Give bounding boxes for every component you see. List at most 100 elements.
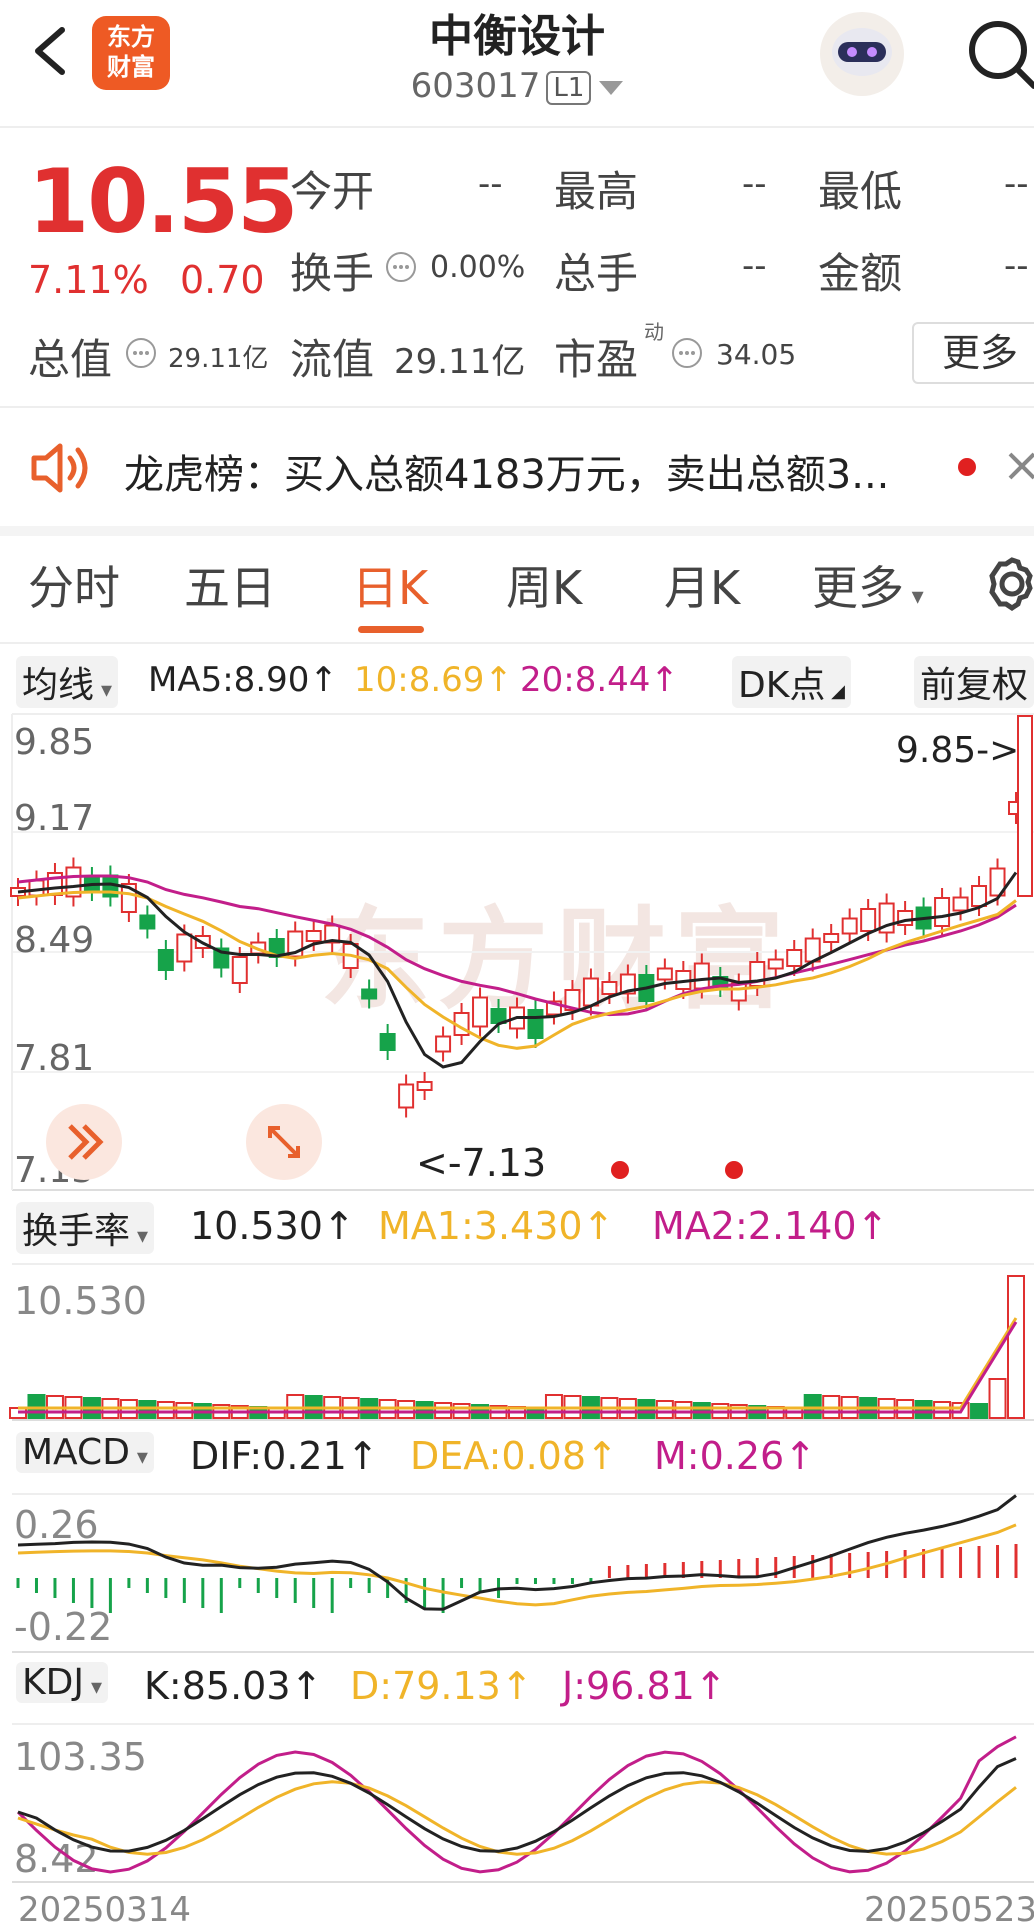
fullscreen-button[interactable] [246, 1104, 322, 1180]
more-button[interactable]: 更多 [912, 322, 1034, 384]
divider [0, 642, 1034, 644]
candle [767, 958, 784, 970]
double-chevron-icon [68, 1124, 104, 1160]
macd-select[interactable]: MACD ▾ [16, 1432, 154, 1473]
candle [601, 981, 618, 995]
macd-dif-line [17, 1494, 1017, 1611]
dropdown-icon [599, 80, 624, 95]
amount-value: -- [1004, 246, 1029, 286]
tab-more[interactable]: 更多 ▾ [812, 552, 924, 618]
candle [398, 1083, 415, 1109]
kdj-j: J:96.81↑ [562, 1664, 727, 1708]
active-tab-indicator [358, 626, 424, 633]
speaker-icon [31, 443, 88, 493]
turnover-chart[interactable]: 10.530 [0, 1262, 1034, 1422]
gear-icon[interactable] [978, 554, 1034, 614]
max-marker: 9.85-> [896, 730, 1019, 771]
resize-icon [268, 1126, 300, 1158]
candle [582, 977, 599, 1007]
dropdown-icon: ▾ [94, 678, 113, 703]
close-icon[interactable] [1006, 448, 1034, 484]
candle [416, 1081, 433, 1091]
high-label: 最高 [554, 167, 639, 216]
ma20-value: 20:8.44↑ [520, 660, 679, 700]
open-label: 今开 [290, 167, 375, 216]
turnover-bars [9, 1275, 1025, 1419]
candle [952, 896, 969, 912]
float-cap-value: 29.11亿 [394, 342, 526, 382]
date-start: 20250314 [18, 1890, 192, 1930]
change-amount: 0.70 [180, 258, 265, 302]
info-icon[interactable] [384, 250, 418, 288]
turnover-ma1-line [18, 1317, 1018, 1410]
candle [157, 949, 174, 971]
kline-chart[interactable]: 9.85 9.17 8.49 7.81 7.13 9.85-> <-7.13 [0, 712, 1034, 1194]
tab-intraday[interactable]: 分时 [28, 552, 120, 618]
change-percent: 7.11% [28, 258, 149, 302]
high-value: -- [742, 164, 767, 204]
macd-chart[interactable]: 0.26 -0.22 [0, 1492, 1034, 1654]
unread-dot [958, 458, 976, 476]
robot-avatar-icon[interactable] [816, 10, 908, 98]
ma-type-select[interactable]: 均线 ▾ [16, 656, 119, 708]
volume-label: 总手 [554, 249, 639, 298]
turnover-y-label: 10.530 [14, 1279, 147, 1323]
kdj-k: K:85.03↑ [144, 1664, 323, 1708]
dk-point-toggle[interactable]: DK点 ◢ [732, 656, 851, 708]
y-label-top: 9.85 [14, 722, 94, 763]
macd-dea-line [17, 1523, 1017, 1607]
period-tabs: 分时 五日 日K 周K 月K 更多 ▾ [0, 552, 1034, 638]
expand-button[interactable] [46, 1104, 122, 1180]
tab-five-day[interactable]: 五日 [184, 552, 276, 618]
turnover-indicator-row: 换手率 ▾ 10.530↑ MA1:3.430↑ MA2:2.140↑ [0, 1198, 1034, 1258]
kdj-d: D:79.13↑ [350, 1664, 533, 1708]
tab-monthly-k[interactable]: 月K [664, 552, 740, 618]
ma10-value: 10:8.69↑ [354, 660, 513, 700]
turnover-bar [970, 1403, 989, 1419]
y-label: 8.49 [14, 920, 94, 961]
kdj-d-line [17, 1780, 1017, 1856]
tab-daily-k[interactable]: 日K [352, 552, 428, 618]
info-icon[interactable] [124, 336, 158, 374]
macd-indicator-row: MACD ▾ DIF:0.21↑ DEA:0.08↑ M:0.26↑ [0, 1428, 1034, 1488]
turnover-bar [674, 1401, 693, 1419]
kdj-chart[interactable]: 103.35 8.42 [0, 1722, 1034, 1884]
header-divider [0, 126, 1034, 128]
ma20-line [17, 874, 1017, 1017]
search-button[interactable] [958, 12, 1034, 92]
pe-value: 34.05 [716, 338, 797, 371]
candle [841, 917, 858, 935]
open-value: -- [478, 164, 503, 204]
macd-dea: DEA:0.08↑ [410, 1434, 618, 1478]
candle [435, 1035, 452, 1053]
candle [527, 1009, 544, 1039]
candle [305, 930, 322, 942]
macd-dif: DIF:0.21↑ [190, 1434, 379, 1478]
turnover-bar [156, 1401, 175, 1419]
info-icon[interactable] [670, 336, 704, 374]
low-value: -- [1004, 164, 1029, 204]
turnover-bar [1007, 1275, 1025, 1419]
candle [472, 996, 489, 1028]
candle [361, 988, 378, 1000]
turnover-bar [415, 1401, 434, 1419]
dropdown-icon: ▾ [83, 1675, 102, 1700]
notice-bar[interactable]: 龙虎榜：买入总额4183万元，卖出总额3... [0, 414, 1034, 518]
turnover-select[interactable]: 换手率 ▾ [16, 1202, 155, 1254]
candle [823, 933, 840, 943]
candle [971, 885, 988, 907]
candle [656, 967, 673, 981]
pe-dynamic-sup: 动 [644, 320, 664, 344]
pe-label: 市盈 [554, 335, 639, 384]
float-cap-label: 流值 [290, 335, 375, 384]
turnover-ma1: MA1:3.430↑ [378, 1204, 615, 1248]
candle [693, 962, 710, 990]
kdj-select[interactable]: KDJ ▾ [16, 1662, 108, 1703]
candle [231, 956, 248, 984]
turnover-value: 10.530↑ [190, 1204, 355, 1248]
candle [786, 949, 803, 967]
adjust-select[interactable]: 前复权 [914, 656, 1034, 708]
tab-weekly-k[interactable]: 周K [506, 552, 582, 618]
search-icon [969, 21, 1034, 89]
candle [176, 933, 193, 963]
